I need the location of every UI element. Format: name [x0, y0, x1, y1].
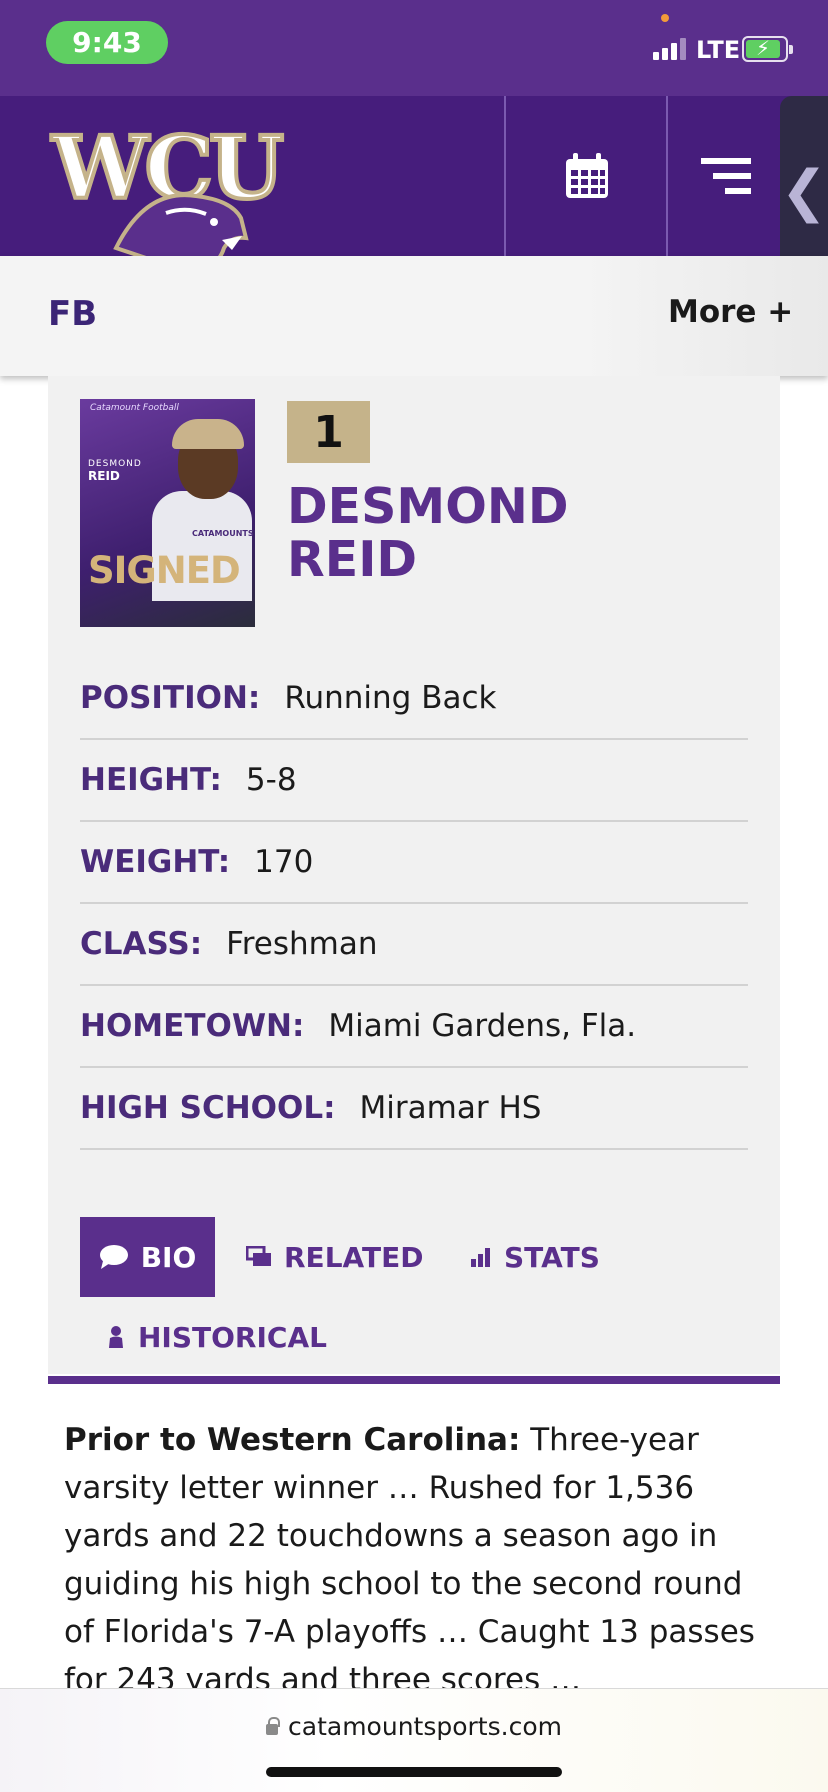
signal-icon: [653, 38, 687, 60]
gallery-icon: [246, 1246, 271, 1266]
attribute-value: 170: [254, 844, 314, 880]
attribute-label: CLASS:: [80, 926, 203, 962]
attribute-label: HOMETOWN:: [80, 1008, 305, 1044]
attribute-row-hometown: HOMETOWN: Miami Gardens, Fla.: [80, 986, 748, 1068]
player-photo: Catamount Football DESMOND REID CATAMOUN…: [80, 399, 255, 627]
attribute-label: WEIGHT:: [80, 844, 231, 880]
tab-stats[interactable]: STATS: [470, 1217, 600, 1297]
menu-lines-icon: [701, 158, 751, 194]
battery-icon: ⚡: [742, 36, 793, 62]
tab-related[interactable]: RELATED: [246, 1217, 424, 1297]
attribute-label: POSITION:: [80, 680, 261, 716]
tab-label: HISTORICAL: [138, 1320, 327, 1354]
calendar-button[interactable]: [506, 96, 668, 256]
url-text: catamountsports.com: [288, 1712, 562, 1741]
attribute-value: Running Back: [284, 680, 497, 716]
person-icon: [109, 1326, 123, 1348]
attribute-label: HIGH SCHOOL:: [80, 1090, 336, 1126]
player-name: DESMOND REID: [287, 478, 569, 588]
attribute-row-height: HEIGHT: 5-8: [80, 740, 748, 822]
lock-icon: [266, 1717, 281, 1735]
calendar-icon: [566, 153, 608, 198]
bar-chart-icon: [471, 1248, 490, 1267]
status-bar: 9:43 LTE ⚡: [0, 0, 828, 96]
url-field[interactable]: catamountsports.com: [0, 1712, 828, 1741]
attribute-row-high-school: HIGH SCHOOL: Miramar HS: [80, 1068, 748, 1150]
chat-bubble-icon: [99, 1245, 128, 1269]
attribute-label: HEIGHT:: [80, 762, 222, 798]
tab-label: RELATED: [284, 1240, 424, 1274]
tab-label: STATS: [504, 1240, 600, 1274]
home-indicator[interactable]: [266, 1767, 562, 1777]
chevron-left-icon: ❮: [780, 158, 828, 224]
attribute-value: Miramar HS: [359, 1090, 542, 1126]
bio-body: Three-year varsity letter winner … Rushe…: [64, 1422, 755, 1698]
bio-lead: Prior to Western Carolina:: [64, 1422, 521, 1458]
bio-text: Prior to Western Carolina: Three-year va…: [64, 1416, 764, 1704]
sport-title[interactable]: FB: [48, 294, 97, 334]
network-label: LTE: [696, 36, 741, 64]
tabs-underline: [48, 1376, 780, 1384]
attribute-row-class: CLASS: Freshman: [80, 904, 748, 986]
tab-label: BIO: [140, 1240, 197, 1274]
tab-historical[interactable]: HISTORICAL: [106, 1297, 327, 1377]
attribute-row-position: POSITION: Running Back: [80, 658, 748, 740]
attribute-value: Freshman: [226, 926, 378, 962]
attribute-row-weight: WEIGHT: 170: [80, 822, 748, 904]
attribute-value: 5-8: [245, 762, 297, 798]
status-time: 9:43: [46, 21, 168, 64]
tab-bio[interactable]: BIO: [80, 1217, 215, 1297]
privacy-indicator-dot: [661, 14, 669, 22]
menu-button[interactable]: [668, 96, 778, 256]
attribute-value: Miami Gardens, Fla.: [328, 1008, 637, 1044]
jersey-number-badge: 1: [287, 401, 370, 463]
more-button[interactable]: More +: [668, 294, 793, 330]
